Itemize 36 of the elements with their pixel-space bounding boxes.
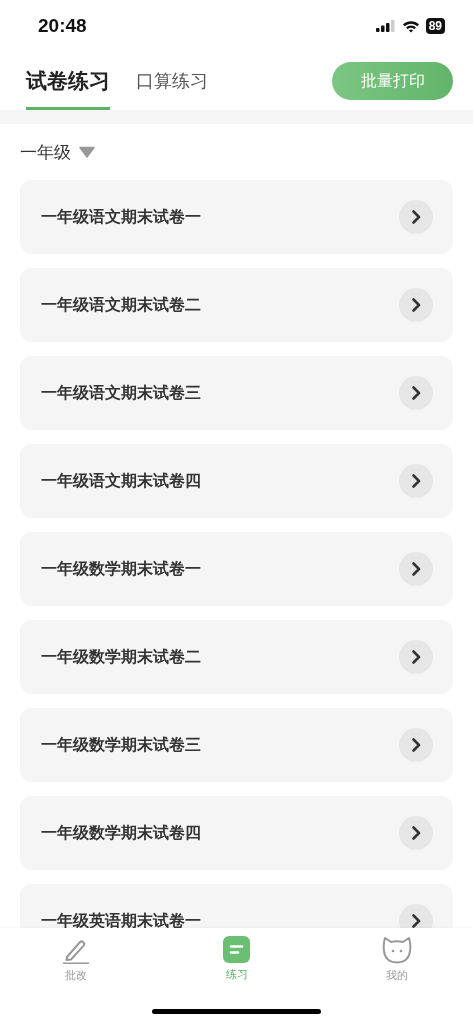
- paper-list-item[interactable]: 一年级语文期末试卷三: [20, 356, 453, 430]
- chevron-right-icon: [399, 728, 433, 762]
- paper-list-item[interactable]: 一年级语文期末试卷一: [20, 180, 453, 254]
- signal-icon: [375, 20, 396, 32]
- chevron-right-icon: [399, 288, 433, 322]
- practice-icon: [223, 936, 250, 963]
- battery-level: 89: [425, 18, 445, 34]
- chevron-right-icon: [399, 200, 433, 234]
- paper-title: 一年级英语期末试卷一: [41, 910, 201, 928]
- paper-list-item[interactable]: 一年级英语期末试卷一: [20, 884, 453, 928]
- paper-list-item[interactable]: 一年级数学期末试卷四: [20, 796, 453, 870]
- paper-list-item[interactable]: 一年级语文期末试卷二: [20, 268, 453, 342]
- cat-face-icon: [382, 936, 412, 964]
- paper-title: 一年级数学期末试卷二: [41, 646, 201, 668]
- tab[interactable]: 口算练习: [136, 52, 208, 110]
- paper-title: 一年级语文期末试卷三: [41, 382, 201, 404]
- chevron-right-icon: [399, 904, 433, 928]
- status-time: 20:48: [38, 15, 87, 37]
- chevron-right-icon: [399, 464, 433, 498]
- paper-list-item[interactable]: 一年级数学期末试卷二: [20, 620, 453, 694]
- chevron-right-icon: [399, 376, 433, 410]
- grade-dropdown[interactable]: 一年级: [20, 140, 95, 164]
- chevron-right-icon: [399, 552, 433, 586]
- paper-title: 一年级语文期末试卷四: [41, 470, 201, 492]
- paper-title: 一年级数学期末试卷一: [41, 558, 201, 580]
- chevron-right-icon: [399, 816, 433, 850]
- dropdown-triangle-icon: [79, 146, 95, 158]
- paper-list-item[interactable]: 一年级数学期末试卷三: [20, 708, 453, 782]
- wifi-icon: [401, 19, 420, 33]
- chevron-right-icon: [399, 640, 433, 674]
- paper-title: 一年级数学期末试卷三: [41, 734, 201, 756]
- paper-title: 一年级语文期末试卷一: [41, 206, 201, 228]
- paper-list-item[interactable]: 一年级数学期末试卷一: [20, 532, 453, 606]
- paper-list-item[interactable]: 一年级语文期末试卷四: [20, 444, 453, 518]
- paper-title: 一年级数学期末试卷四: [41, 822, 201, 844]
- paper-title: 一年级语文期末试卷二: [41, 294, 201, 316]
